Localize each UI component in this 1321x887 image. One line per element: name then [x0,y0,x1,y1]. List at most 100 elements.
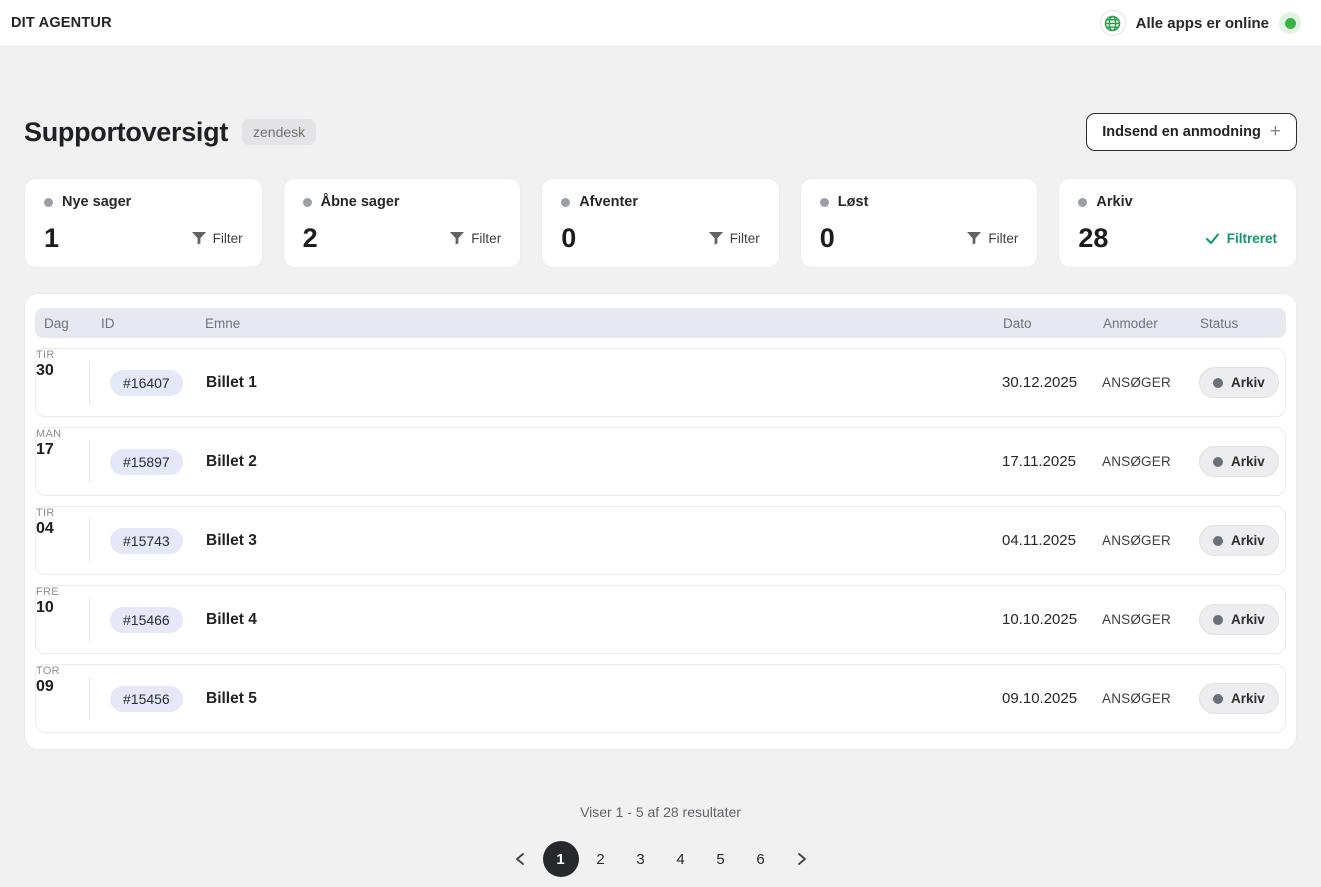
table-row-ticket-15456[interactable]: TOR 09 #15456 Billet 5 09.10.2025 ANSØGE… [35,664,1286,733]
status-label: Arkiv [1231,375,1265,390]
apps-status: Alle apps er online [1100,10,1301,36]
status-badge: Arkiv [1199,683,1279,714]
ticket-date: 09.10.2025 [1002,690,1102,707]
ticket-id-badge: #15743 [110,528,183,554]
column-header-anmoder: Anmoder [1103,316,1200,331]
stat-dot-icon [561,198,570,207]
ticket-subject: Billet 4 [206,611,1002,629]
page-button-6[interactable]: 6 [743,841,779,877]
stat-dot-icon [1078,198,1087,207]
column-header-dag: Dag [35,316,89,331]
funnel-icon [709,232,723,245]
stat-value: 0 [820,225,835,252]
day-number: 09 [36,678,90,696]
stat-card-arkiv: Arkiv 28 Filtreret [1058,178,1297,268]
day-cell: TIR 04 [36,507,90,574]
filtered-label: Filtreret [1227,231,1277,246]
ticket-requester: ANSØGER [1102,533,1199,548]
stat-value: 28 [1078,225,1108,252]
filter-button[interactable]: Filter [192,231,243,246]
page-button-3[interactable]: 3 [623,841,659,877]
funnel-icon [450,232,464,245]
status-badge: Arkiv [1199,525,1279,556]
ticket-date: 10.10.2025 [1002,611,1102,628]
status-label: Arkiv [1231,533,1265,548]
stat-value: 1 [44,225,59,252]
day-name: TIR [36,507,90,519]
table-row-ticket-15897[interactable]: MAN 17 #15897 Billet 2 17.11.2025 ANSØGE… [35,427,1286,496]
ticket-id-badge: #15466 [110,607,183,633]
column-header-id: ID [89,316,205,331]
ticket-id-badge: #15897 [110,449,183,475]
table-row-ticket-15743[interactable]: TIR 04 #15743 Billet 3 04.11.2025 ANSØGE… [35,506,1286,575]
stat-label: Løst [838,194,869,210]
day-name: TIR [36,349,90,361]
status-badge: Arkiv [1199,604,1279,635]
day-number: 10 [36,599,90,617]
chevron-left-icon[interactable] [503,841,539,877]
globe-icon [1100,10,1126,36]
stat-dot-icon [303,198,312,207]
ticket-requester: ANSØGER [1102,375,1199,390]
results-count: Viser 1 - 5 af 28 resultater [24,804,1297,820]
ticket-subject: Billet 1 [206,374,1002,392]
page-button-5[interactable]: 5 [703,841,739,877]
filter-label: Filter [213,231,243,246]
day-number: 17 [36,441,90,459]
table-row-ticket-16407[interactable]: TIR 30 #16407 Billet 1 30.12.2025 ANSØGE… [35,348,1286,417]
ticket-date: 17.11.2025 [1002,453,1102,470]
day-number: 30 [36,362,90,380]
stat-dot-icon [44,198,53,207]
ticket-requester: ANSØGER [1102,454,1199,469]
ticket-requester: ANSØGER [1102,612,1199,627]
filter-button[interactable]: Filter [967,231,1018,246]
pagination: 1 2 3 4 5 6 [24,841,1297,877]
stat-value: 2 [303,225,318,252]
plus-icon: + [1270,125,1281,139]
stat-label: Åbne sager [321,194,400,210]
status-label: Arkiv [1231,454,1265,469]
submit-request-button[interactable]: Indsend en anmodning + [1086,113,1297,151]
stat-card-aabne-sager: Åbne sager 2 Filter [283,178,522,268]
day-name: MAN [36,428,90,440]
stat-cards: Nye sager 1 Filter Åbne sager 2 Filter [24,178,1297,268]
status-dot-icon [1213,694,1223,704]
filter-label: Filter [471,231,501,246]
stat-label: Afventer [579,194,638,210]
day-name: FRE [36,586,90,598]
ticket-date: 04.11.2025 [1002,532,1102,549]
ticket-id-badge: #16407 [110,370,183,396]
filter-button[interactable]: Filter [450,231,501,246]
topbar: DIT AGENTUR Alle apps er online [0,0,1321,47]
ticket-date: 30.12.2025 [1002,374,1102,391]
page-button-4[interactable]: 4 [663,841,699,877]
online-status-dot [1279,12,1301,34]
submit-request-label: Indsend en anmodning [1102,124,1261,140]
zendesk-badge: zendesk [242,119,316,145]
column-header-status: Status [1200,316,1286,331]
stat-card-loest: Løst 0 Filter [800,178,1039,268]
status-dot-icon [1213,536,1223,546]
day-number: 04 [36,520,90,538]
status-dot-icon [1213,457,1223,467]
ticket-id-badge: #15456 [110,686,183,712]
status-dot-icon [1213,378,1223,388]
tickets-table: Dag ID Emne Dato Anmoder Status TIR 30 #… [24,293,1297,750]
day-cell: FRE 10 [36,586,90,653]
stat-label: Nye sager [62,194,131,210]
status-badge: Arkiv [1199,446,1279,477]
filter-button[interactable]: Filter [709,231,760,246]
chevron-right-icon[interactable] [783,841,819,877]
table-header: Dag ID Emne Dato Anmoder Status [35,308,1286,338]
check-icon [1205,232,1220,245]
status-badge: Arkiv [1199,367,1279,398]
apps-status-text: Alle apps er online [1136,15,1269,32]
funnel-icon [967,232,981,245]
page-button-1[interactable]: 1 [543,841,579,877]
filtered-indicator[interactable]: Filtreret [1205,231,1277,246]
page-button-2[interactable]: 2 [583,841,619,877]
table-row-ticket-15466[interactable]: FRE 10 #15466 Billet 4 10.10.2025 ANSØGE… [35,585,1286,654]
ticket-subject: Billet 2 [206,453,1002,471]
status-dot-icon [1213,615,1223,625]
stat-dot-icon [820,198,829,207]
